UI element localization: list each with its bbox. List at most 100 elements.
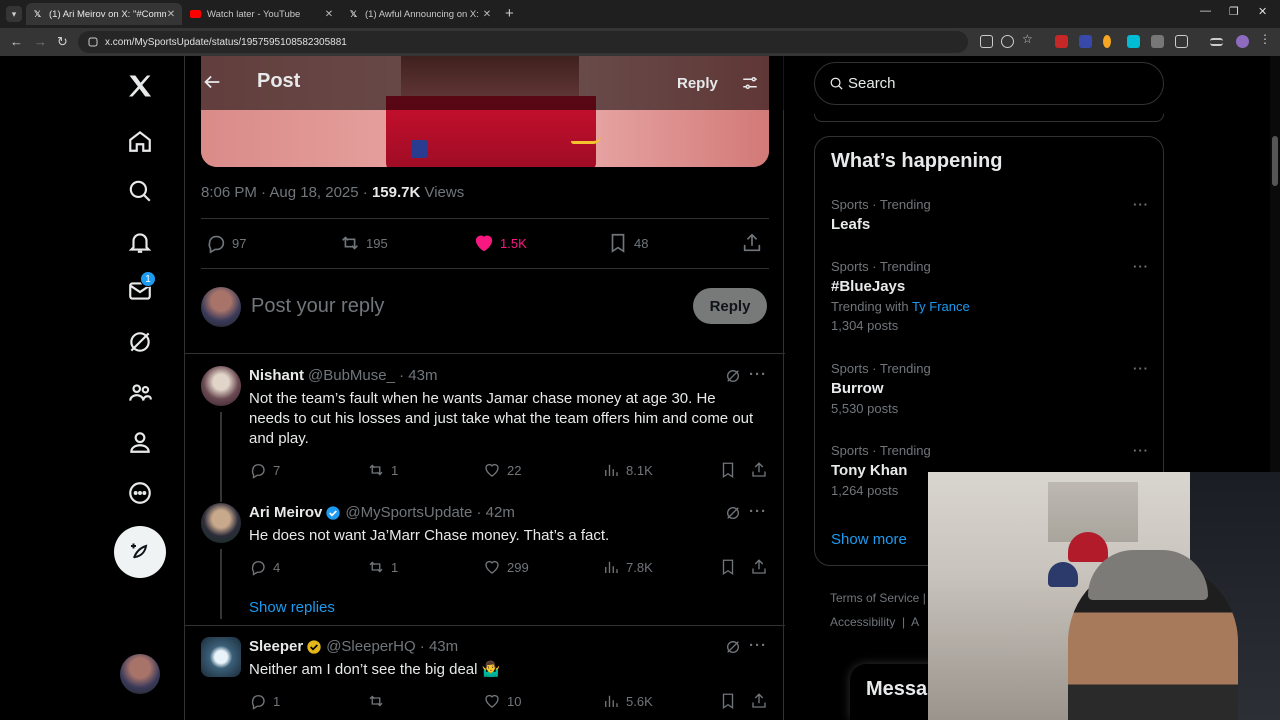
grok-icon[interactable] xyxy=(725,639,741,655)
tab-close-icon[interactable]: ✕ xyxy=(324,9,334,20)
reply-tweet[interactable]: Ari Meirov @MySportsUpdate · 42m ··· He … xyxy=(201,503,769,619)
cast-icon[interactable] xyxy=(980,35,993,48)
reply-tweet[interactable]: Sleeper @SleeperHQ · 43m ··· Neither am … xyxy=(201,637,769,720)
author-name[interactable]: Ari Meirov xyxy=(249,504,322,521)
zoom-icon[interactable] xyxy=(1001,35,1014,48)
header-reply-button[interactable]: Reply xyxy=(677,75,718,92)
new-tab-icon[interactable]: + xyxy=(505,5,514,22)
bookmark-button[interactable] xyxy=(719,692,743,710)
post-timestamp[interactable]: 8:06 PM · Aug 18, 2025 · xyxy=(201,184,372,201)
back-arrow-icon[interactable] xyxy=(201,71,223,93)
more-options-icon[interactable]: ··· xyxy=(749,503,767,520)
accessibility-link[interactable]: Accessibility xyxy=(830,615,895,629)
extension-icon[interactable] xyxy=(1079,35,1092,48)
site-info-icon[interactable] xyxy=(88,37,98,47)
sort-filter-icon[interactable] xyxy=(741,74,759,92)
messages-envelope-icon[interactable]: 1 xyxy=(114,271,166,311)
bookmark-button[interactable] xyxy=(719,461,743,479)
ads-info-link[interactable]: A xyxy=(911,615,919,629)
views-button[interactable]: 8.1K xyxy=(602,461,653,479)
author-handle[interactable]: @SleeperHQ · 43m xyxy=(326,638,458,655)
author-handle[interactable]: @MySportsUpdate · 42m xyxy=(345,504,514,521)
reply-button[interactable]: 97 xyxy=(205,232,246,254)
forward-icon[interactable]: → xyxy=(34,34,47,49)
grok-icon[interactable] xyxy=(114,322,166,362)
terms-link[interactable]: Terms of Service xyxy=(830,591,919,605)
home-icon[interactable] xyxy=(114,121,166,161)
avatar[interactable] xyxy=(201,366,241,406)
more-options-icon[interactable]: ··· xyxy=(749,637,767,654)
extension-icon[interactable] xyxy=(1055,35,1068,48)
bookmark-button[interactable]: 48 xyxy=(607,232,648,254)
share-button[interactable] xyxy=(750,461,774,479)
grok-icon[interactable] xyxy=(725,368,741,384)
repost-button[interactable]: 1 xyxy=(367,558,398,576)
composer-reply-button[interactable]: Reply xyxy=(693,288,767,324)
like-button[interactable]: 1.5K xyxy=(473,232,527,254)
reply-button[interactable]: 7 xyxy=(249,461,280,479)
repost-button[interactable] xyxy=(367,692,391,710)
more-circle-icon[interactable] xyxy=(114,473,166,513)
reload-icon[interactable]: ↻ xyxy=(57,34,68,50)
trend-more-icon[interactable]: ··· xyxy=(1133,259,1149,274)
grok-icon[interactable] xyxy=(725,505,741,521)
back-icon[interactable]: ← xyxy=(10,34,23,49)
notifications-bell-icon[interactable] xyxy=(114,222,166,262)
trend-item[interactable]: Sports · Trending #BlueJays Trending wit… xyxy=(831,259,1149,333)
account-avatar[interactable] xyxy=(120,654,160,694)
address-bar[interactable]: x.com/MySportsUpdate/status/195759510858… xyxy=(78,31,968,53)
trend-item[interactable]: Sports · Trending Burrow 5,530 posts ··· xyxy=(831,361,1149,416)
restore-icon[interactable]: ❐ xyxy=(1229,5,1239,18)
like-button[interactable]: 10 xyxy=(483,692,521,710)
like-button[interactable]: 22 xyxy=(483,461,521,479)
x-logo-icon[interactable] xyxy=(114,66,166,106)
views-button[interactable]: 7.8K xyxy=(602,558,653,576)
views-button[interactable]: 5.6K xyxy=(602,692,653,710)
browser-tab-1[interactable]: 𝕏 (1) Ari Meirov on X: "#Comman ✕ xyxy=(26,3,182,25)
trend-link[interactable]: Ty France xyxy=(912,299,970,314)
tab-search-icon[interactable]: ▾ xyxy=(6,6,22,22)
author-handle[interactable]: @BubMuse_ · 43m xyxy=(308,367,437,384)
search-input[interactable]: Search xyxy=(814,62,1164,105)
reply-button[interactable]: 1 xyxy=(249,692,280,710)
profile-avatar[interactable] xyxy=(1236,35,1249,48)
author-name[interactable]: Sleeper xyxy=(249,638,303,655)
extension-icon[interactable] xyxy=(1127,35,1140,48)
communities-icon[interactable] xyxy=(114,373,166,413)
avatar[interactable] xyxy=(201,503,241,543)
bookmark-button[interactable] xyxy=(719,558,743,576)
extension-icon[interactable] xyxy=(1103,35,1111,48)
share-button[interactable] xyxy=(750,692,774,710)
trend-more-icon[interactable]: ··· xyxy=(1133,443,1149,458)
trend-item[interactable]: Sports · Trending Leafs ··· xyxy=(831,197,1149,233)
reply-button[interactable]: 4 xyxy=(249,558,280,576)
like-button[interactable]: 299 xyxy=(483,558,529,576)
share-button[interactable] xyxy=(750,558,774,576)
close-window-icon[interactable]: ✕ xyxy=(1258,5,1267,18)
bookmark-star-icon[interactable]: ☆ xyxy=(1022,32,1035,46)
browser-menu-icon[interactable]: ⋮ xyxy=(1259,32,1272,46)
tab-close-icon[interactable]: ✕ xyxy=(166,9,176,20)
share-button[interactable] xyxy=(741,232,768,254)
tab-close-icon[interactable]: ✕ xyxy=(482,9,492,20)
minimize-icon[interactable]: — xyxy=(1200,5,1211,17)
extension-icon[interactable] xyxy=(1151,35,1164,48)
more-options-icon[interactable]: ··· xyxy=(749,366,767,383)
repost-button[interactable]: 1 xyxy=(367,461,398,479)
show-more-link[interactable]: Show more xyxy=(831,531,907,548)
author-name[interactable]: Nishant xyxy=(249,367,304,384)
show-replies-link[interactable]: Show replies xyxy=(249,599,335,616)
repost-button[interactable]: 195 xyxy=(339,232,388,254)
profile-icon[interactable] xyxy=(114,422,166,462)
reply-input[interactable]: Post your reply xyxy=(251,295,384,318)
scrollbar-thumb[interactable] xyxy=(1272,136,1278,186)
trend-more-icon[interactable]: ··· xyxy=(1133,197,1149,212)
avatar[interactable] xyxy=(201,637,241,677)
reading-list-icon[interactable] xyxy=(1210,38,1223,46)
compose-post-button[interactable] xyxy=(114,526,166,578)
extensions-puzzle-icon[interactable] xyxy=(1175,35,1188,48)
browser-tab-3[interactable]: 𝕏 (1) Awful Announcing on X: " ✕ xyxy=(342,3,498,25)
browser-tab-2[interactable]: Watch later - YouTube ✕ xyxy=(184,3,340,25)
explore-search-icon[interactable] xyxy=(114,171,166,211)
trend-more-icon[interactable]: ··· xyxy=(1133,361,1149,376)
